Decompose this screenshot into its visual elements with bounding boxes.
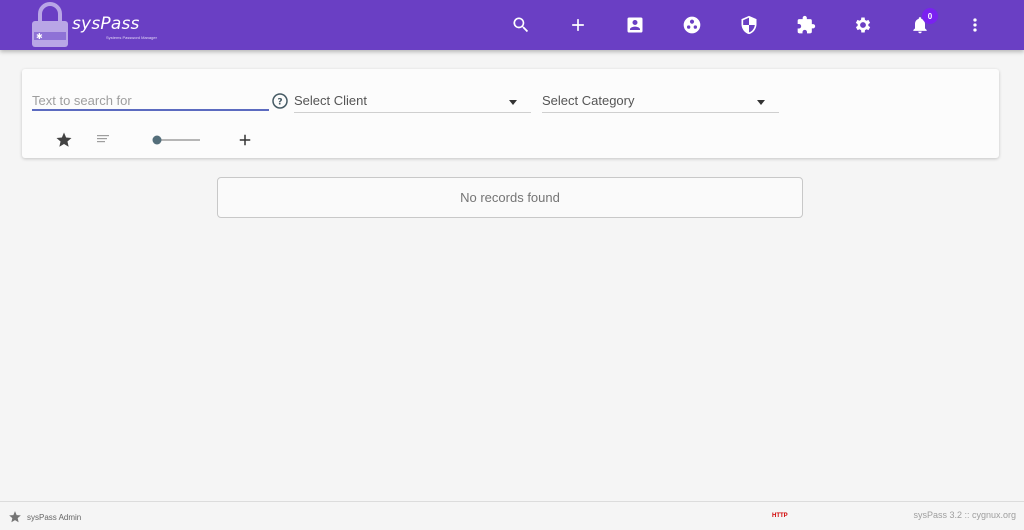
- extension-icon[interactable]: [794, 13, 818, 37]
- chevron-down-icon: [509, 100, 517, 105]
- results-empty-state: No records found: [217, 177, 803, 218]
- client-select[interactable]: Select Client: [294, 91, 531, 113]
- client-select-label: Select Client: [294, 93, 367, 108]
- footer: sysPass Admin HTTP sysPass 3.2 :: cygnux…: [0, 501, 1024, 530]
- search-panel: ? Select Client Select Category: [22, 69, 999, 158]
- search-icon[interactable]: [509, 13, 533, 37]
- chevron-down-icon: [757, 100, 765, 105]
- account-box-icon[interactable]: [623, 13, 647, 37]
- search-input[interactable]: [32, 91, 269, 111]
- add-account-icon[interactable]: [236, 131, 254, 149]
- category-select-label: Select Category: [542, 93, 635, 108]
- footer-user: sysPass Admin: [8, 510, 81, 524]
- favorites-filter-star-icon[interactable]: [55, 131, 73, 149]
- security-shield-icon[interactable]: [737, 13, 761, 37]
- view-mode-slider[interactable]: [150, 131, 202, 149]
- app-logo[interactable]: ✱ sysPass Systems Password Manager: [30, 2, 170, 48]
- brand-name: sysPass: [72, 14, 140, 34]
- help-icon[interactable]: ?: [272, 93, 288, 109]
- add-icon[interactable]: [566, 13, 590, 37]
- category-select[interactable]: Select Category: [542, 91, 779, 113]
- protocol-warning-badge: HTTP: [772, 513, 788, 519]
- sort-order-icon[interactable]: [95, 131, 111, 147]
- brand-tagline: Systems Password Manager: [106, 35, 157, 40]
- padlock-logo-icon: ✱: [32, 2, 68, 47]
- settings-icon[interactable]: [851, 13, 875, 37]
- svg-text:?: ?: [277, 98, 282, 108]
- group-icon[interactable]: [680, 13, 704, 37]
- top-app-bar: ✱ sysPass Systems Password Manager 0: [0, 0, 1024, 50]
- notification-count-badge: 0: [922, 8, 938, 24]
- more-vert-icon[interactable]: [963, 13, 987, 37]
- admin-star-icon: [9, 511, 21, 523]
- footer-user-label: sysPass Admin: [27, 512, 82, 522]
- svg-text:✱: ✱: [36, 32, 43, 41]
- app-version-link[interactable]: sysPass 3.2 :: cygnux.org: [913, 510, 1016, 520]
- no-records-message: No records found: [460, 190, 560, 205]
